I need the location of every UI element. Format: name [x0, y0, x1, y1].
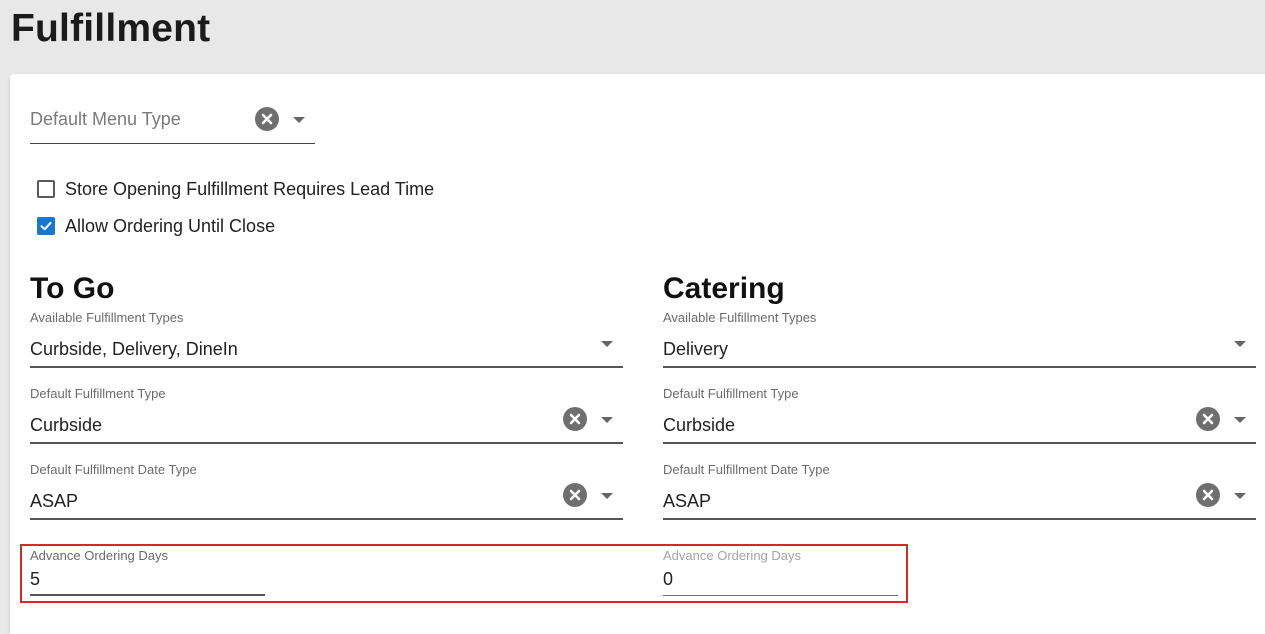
clear-icon[interactable]	[1196, 483, 1220, 507]
to-go-available-types-select[interactable]: Available Fulfillment Types Curbside, De…	[30, 310, 623, 368]
catering-section-title: Catering	[663, 272, 785, 305]
clear-icon[interactable]	[255, 107, 279, 131]
field-value: 0	[663, 569, 674, 589]
chevron-down-icon[interactable]	[293, 117, 305, 123]
chevron-down-icon[interactable]	[601, 417, 613, 423]
field-underline	[30, 518, 623, 520]
field-underline	[30, 366, 623, 368]
to-go-section-title: To Go	[30, 272, 115, 305]
field-underline	[663, 518, 1256, 520]
field-label: Default Fulfillment Type	[30, 386, 166, 401]
field-value: Curbside	[30, 415, 103, 435]
allow-ordering-until-close-checkbox[interactable]: Allow Ordering Until Close	[37, 214, 275, 238]
catering-default-date-type-select[interactable]: Default Fulfillment Date Type ASAP	[663, 462, 1256, 520]
clear-icon[interactable]	[563, 483, 587, 507]
field-value: 5	[30, 569, 41, 589]
chevron-down-icon[interactable]	[601, 341, 613, 347]
chevron-down-icon[interactable]	[1234, 493, 1246, 499]
catering-available-types-select[interactable]: Available Fulfillment Types Delivery	[663, 310, 1256, 368]
checkbox-label: Store Opening Fulfillment Requires Lead …	[65, 178, 435, 199]
check-icon	[40, 221, 52, 231]
catering-default-type-select[interactable]: Default Fulfillment Type Curbside	[663, 386, 1256, 444]
field-label: Default Fulfillment Date Type	[30, 462, 197, 477]
chevron-down-icon[interactable]	[1234, 341, 1246, 347]
chevron-down-icon[interactable]	[1234, 417, 1246, 423]
default-menu-type-select[interactable]: Default Menu Type	[30, 100, 315, 144]
clear-icon[interactable]	[563, 407, 587, 431]
field-underline	[663, 442, 1256, 444]
field-value: Curbside, Delivery, DineIn	[30, 339, 238, 359]
to-go-default-type-select[interactable]: Default Fulfillment Type Curbside	[30, 386, 623, 444]
page-title: Fulfillment	[11, 7, 211, 50]
to-go-default-date-type-select[interactable]: Default Fulfillment Date Type ASAP	[30, 462, 623, 520]
field-label: Default Fulfillment Type	[663, 386, 799, 401]
field-label: Advance Ordering Days	[663, 548, 802, 563]
field-label: Available Fulfillment Types	[30, 310, 184, 325]
checkbox-label: Allow Ordering Until Close	[65, 215, 276, 236]
to-go-advance-ordering-days-input[interactable]: Advance Ordering Days 5	[30, 548, 265, 596]
field-underline	[663, 366, 1256, 368]
clear-icon[interactable]	[1196, 407, 1220, 431]
checkbox-checked[interactable]	[37, 217, 55, 235]
catering-advance-ordering-days-input[interactable]: Advance Ordering Days 0	[663, 548, 898, 596]
field-value: ASAP	[30, 491, 79, 511]
field-underline	[30, 142, 315, 144]
field-underline	[30, 594, 265, 596]
field-label: Advance Ordering Days	[30, 548, 169, 563]
chevron-down-icon[interactable]	[601, 493, 613, 499]
field-label: Default Fulfillment Date Type	[663, 462, 830, 477]
field-value: Curbside	[663, 415, 736, 435]
field-value: Delivery	[663, 339, 729, 359]
field-underline	[663, 594, 898, 596]
field-value: ASAP	[663, 491, 712, 511]
default-menu-type-placeholder: Default Menu Type	[30, 109, 181, 129]
checkbox-unchecked[interactable]	[37, 180, 55, 198]
field-underline	[30, 442, 623, 444]
field-label: Available Fulfillment Types	[663, 310, 817, 325]
store-opening-lead-time-checkbox[interactable]: Store Opening Fulfillment Requires Lead …	[37, 177, 434, 201]
